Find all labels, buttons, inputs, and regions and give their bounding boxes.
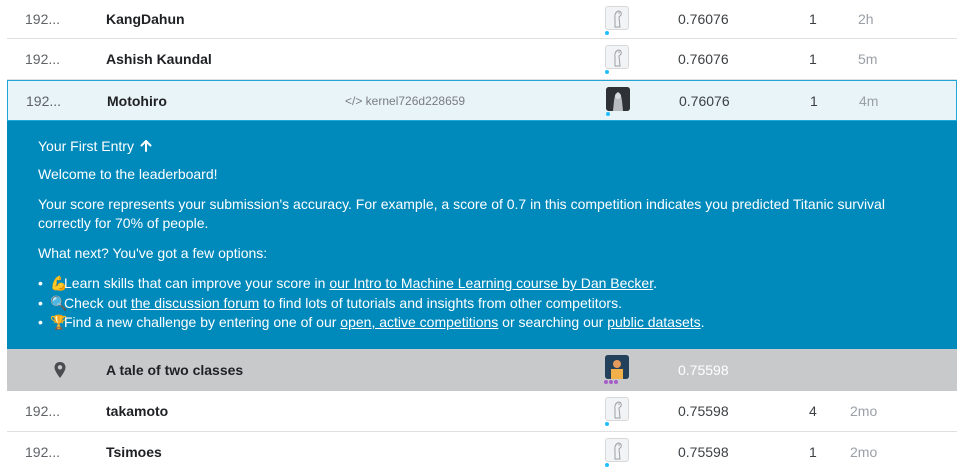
score: 0.75598 xyxy=(678,444,729,460)
tier-dot xyxy=(605,463,609,467)
explanation-text: Your score represents your submission's … xyxy=(38,196,885,231)
entries: 1 xyxy=(810,92,818,109)
rank: 192... xyxy=(25,444,61,460)
avatar[interactable] xyxy=(606,87,630,111)
team-name[interactable]: Ashish Kaundal xyxy=(106,51,212,67)
leaderboard-row[interactable]: 192... KangDahun 0.76076 1 2h xyxy=(7,0,957,39)
next-text: What next? You've got a few options: xyxy=(38,245,268,261)
last-submission: 2h xyxy=(858,11,874,27)
rank: 192... xyxy=(25,51,61,67)
discussion-forum-link[interactable]: the discussion forum xyxy=(131,295,259,311)
panel-heading: Your First Entry xyxy=(38,138,926,154)
leaderboard-row[interactable]: 192... Tsimoes 0.75598 1 2mo xyxy=(7,432,957,470)
trophy-icon: 🏆 xyxy=(50,314,68,330)
avatar[interactable] xyxy=(605,45,629,69)
tier-dot xyxy=(605,422,609,426)
entries: 1 xyxy=(809,444,817,460)
last-submission: 2mo xyxy=(850,403,878,419)
tier-dot xyxy=(606,112,610,116)
entries: 4 xyxy=(809,403,817,419)
team-name[interactable]: Motohiro xyxy=(107,93,167,109)
flexed-biceps-icon: 💪 xyxy=(50,275,68,291)
active-competitions-link[interactable]: open, active competitions xyxy=(340,314,498,330)
score: 0.76076 xyxy=(678,11,729,27)
leaderboard-row-current-user[interactable]: 192... Motohiro </> kernel726d228659 0.7… xyxy=(7,80,957,121)
last-submission: 5m xyxy=(858,51,878,67)
first-entry-panel: Your First Entry Welcome to the leaderbo… xyxy=(7,121,957,349)
tier-dots xyxy=(604,380,618,384)
rank: 192... xyxy=(26,92,62,109)
last-submission: 2mo xyxy=(850,444,878,460)
leaderboard-row-pinned[interactable]: A tale of two classes 0.75598 xyxy=(7,349,957,391)
score: 0.75598 xyxy=(678,403,729,419)
leaderboard: 192... KangDahun 0.76076 1 2h 192... Ash… xyxy=(7,0,957,470)
tier-dot xyxy=(605,31,609,35)
avatar[interactable] xyxy=(605,397,629,421)
options-list: 💪Learn skills that can improve your scor… xyxy=(38,274,926,333)
team-name[interactable]: takamoto xyxy=(106,403,168,419)
welcome-text: Welcome to the leaderboard! xyxy=(38,166,218,182)
magnifier-icon: 🔍 xyxy=(50,294,68,311)
avatar[interactable] xyxy=(605,355,629,379)
team-name[interactable]: A tale of two classes xyxy=(106,362,243,378)
rank: 192... xyxy=(25,403,61,419)
option-item: 🔍Check out the discussion forum to find … xyxy=(38,294,926,314)
panel-heading-text: Your First Entry xyxy=(38,138,134,154)
location-pin-icon xyxy=(54,362,66,378)
leaderboard-row[interactable]: 192... Ashish Kaundal 0.76076 1 5m xyxy=(7,39,957,80)
arrow-up-icon xyxy=(140,140,152,152)
avatar[interactable] xyxy=(605,6,629,30)
last-submission: 4m xyxy=(859,92,879,109)
option-item: 💪Learn skills that can improve your scor… xyxy=(38,274,926,294)
team-name[interactable]: KangDahun xyxy=(106,11,185,27)
avatar[interactable] xyxy=(605,438,629,462)
intro-ml-course-link[interactable]: our Intro to Machine Learning course by … xyxy=(329,275,653,291)
kernel-link[interactable]: </> kernel726d228659 xyxy=(345,94,465,108)
leaderboard-row[interactable]: 192... takamoto 0.75598 4 2mo xyxy=(7,391,957,432)
entries: 1 xyxy=(809,51,817,67)
tier-dot xyxy=(605,70,609,74)
option-item: 🏆Find a new challenge by entering one of… xyxy=(38,313,926,333)
score: 0.76076 xyxy=(679,92,730,109)
score: 0.75598 xyxy=(678,362,729,378)
rank: 192... xyxy=(25,11,61,27)
entries: 1 xyxy=(809,11,817,27)
team-name[interactable]: Tsimoes xyxy=(106,444,162,460)
score: 0.76076 xyxy=(678,51,729,67)
public-datasets-link[interactable]: public datasets xyxy=(607,314,700,330)
